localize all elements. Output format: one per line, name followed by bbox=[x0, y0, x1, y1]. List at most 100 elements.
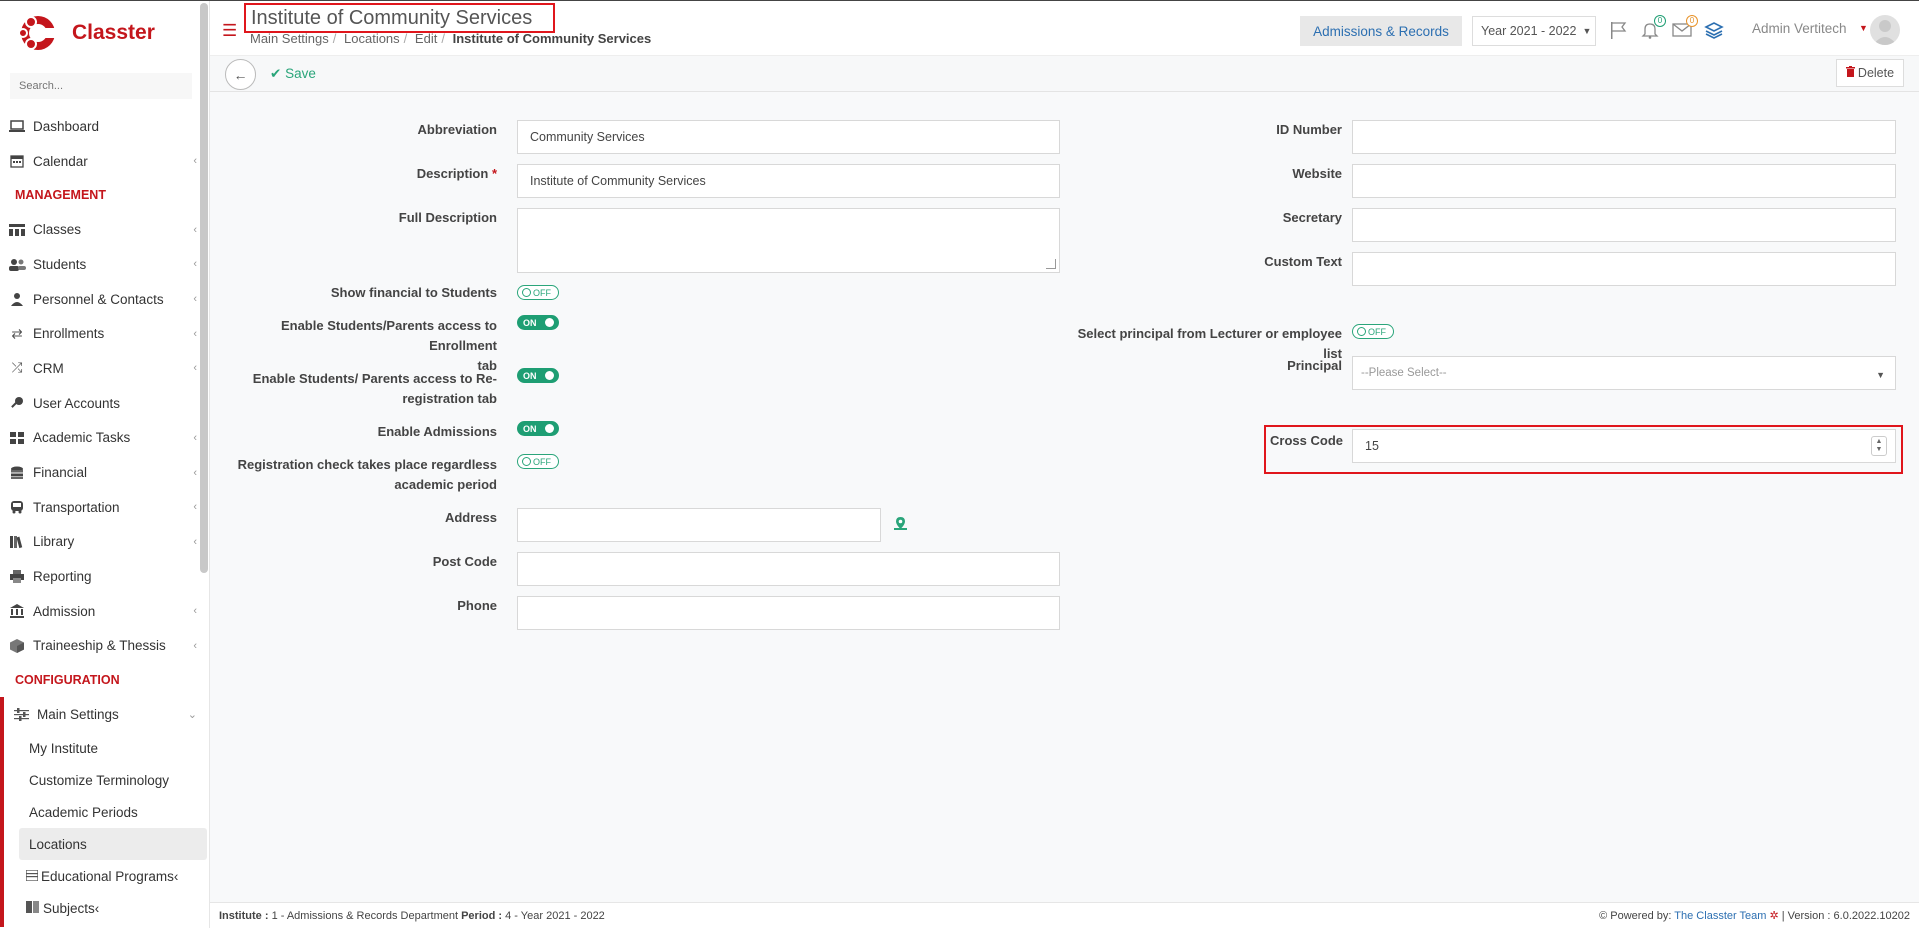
sidebar-item-academic-tasks[interactable]: Academic Tasks ‹ bbox=[0, 421, 205, 456]
description-value: Institute of Community Services bbox=[530, 174, 706, 188]
full-description-textarea[interactable] bbox=[517, 208, 1060, 273]
abbreviation-input[interactable]: Community Services bbox=[517, 120, 1060, 154]
toggle-state: OFF bbox=[533, 287, 551, 298]
user-name[interactable]: Admin Vertitech bbox=[1752, 21, 1847, 36]
required-asterisk: * bbox=[491, 166, 497, 181]
flag-icon[interactable] bbox=[1607, 19, 1629, 41]
footer-institute-value: 1 - Admissions & Records Department bbox=[271, 909, 459, 922]
sidebar-search-input[interactable] bbox=[10, 73, 192, 99]
grid-icon bbox=[8, 431, 26, 445]
sidebar-subitem-my-institute[interactable]: My Institute bbox=[0, 732, 205, 764]
sidebar-item-label: Financial bbox=[33, 465, 88, 481]
sidebar-item-admission[interactable]: Admission ‹ bbox=[0, 594, 205, 629]
phone-label: Phone bbox=[457, 598, 497, 613]
enable-admissions-toggle[interactable]: ON bbox=[517, 421, 559, 436]
sidebar-subitem-subjects[interactable]: Subjects ‹ bbox=[0, 892, 205, 924]
website-input[interactable] bbox=[1352, 164, 1896, 198]
sidebar-item-classes[interactable]: Classes ‹ bbox=[0, 212, 205, 247]
sidebar-subitem-educational-programs[interactable]: Educational Programs ‹ bbox=[0, 860, 205, 892]
sidebar-item-enrollments[interactable]: ⇄ Enrollments ‹ bbox=[0, 316, 205, 351]
sidebar-item-label: Library bbox=[33, 534, 75, 550]
sidebar-item-traineeship[interactable]: Traineeship & Thessis ‹ bbox=[0, 629, 205, 664]
registration-check-label-line2: academic period bbox=[394, 477, 497, 492]
toggle-state: ON bbox=[523, 370, 537, 381]
id-number-input[interactable] bbox=[1352, 120, 1896, 154]
sidebar-item-dashboard[interactable]: Dashboard bbox=[0, 109, 205, 144]
avatar[interactable] bbox=[1870, 15, 1900, 45]
footer-team-link[interactable]: The Classter Team bbox=[1674, 910, 1766, 922]
classter-small-logo-icon: ✲ bbox=[1769, 910, 1779, 922]
toggle-state: ON bbox=[523, 317, 537, 328]
spinner-up-icon[interactable]: ▲ bbox=[1876, 438, 1883, 446]
number-spinner[interactable]: ▲ ▼ bbox=[1871, 436, 1887, 456]
reregistration-label-line2: registration tab bbox=[402, 391, 497, 406]
sidebar-item-label: Admission bbox=[33, 603, 96, 619]
crm-icon: ⤮ bbox=[11, 360, 23, 376]
sidebar-item-crm[interactable]: ⤮ CRM ‹ bbox=[0, 351, 205, 386]
show-financial-toggle[interactable]: OFF bbox=[517, 285, 559, 300]
post-code-input[interactable] bbox=[517, 552, 1060, 586]
sidebar-item-students[interactable]: Students ‹ bbox=[0, 247, 205, 282]
sidebar-item-user-accounts[interactable]: User Accounts bbox=[0, 386, 205, 421]
notifications-badge: 0 bbox=[1654, 15, 1666, 27]
sidebar-item-reporting[interactable]: Reporting bbox=[0, 559, 205, 594]
sidebar-subitem-customize-terminology[interactable]: Customize Terminology bbox=[0, 764, 205, 796]
department-button[interactable]: Admissions & Records bbox=[1300, 16, 1462, 46]
spinner-down-icon[interactable]: ▼ bbox=[1876, 446, 1883, 454]
app-logo[interactable]: Classter bbox=[18, 11, 155, 55]
reregistration-toggle[interactable]: ON bbox=[517, 368, 559, 383]
book-icon bbox=[26, 900, 40, 916]
address-input[interactable] bbox=[517, 508, 881, 542]
cross-code-input[interactable]: 15 ▲ ▼ bbox=[1352, 429, 1896, 463]
breadcrumb-current: Institute of Community Services bbox=[452, 31, 652, 46]
breadcrumb-locations[interactable]: Locations bbox=[344, 31, 400, 46]
calendar-icon bbox=[8, 154, 26, 168]
sidebar-item-calendar[interactable]: Calendar ‹ bbox=[0, 144, 205, 179]
save-button[interactable]: ✔ Save bbox=[270, 66, 316, 82]
toggle-knob bbox=[545, 318, 554, 327]
chevron-left-icon: ‹ bbox=[193, 501, 197, 514]
sidebar-item-personnel[interactable]: Personnel & Contacts ‹ bbox=[0, 282, 205, 317]
breadcrumb-edit[interactable]: Edit bbox=[415, 31, 437, 46]
address-label: Address bbox=[444, 510, 497, 525]
back-button[interactable]: ← bbox=[225, 59, 256, 90]
footer-version: | Version : 6.0.2022.10202 bbox=[1781, 910, 1910, 922]
full-description-label: Full Description bbox=[398, 210, 497, 225]
copyright-icon: © bbox=[1599, 910, 1608, 922]
post-code-label: Post Code bbox=[432, 554, 497, 569]
sidebar-subitem-locations[interactable]: Locations bbox=[19, 828, 207, 860]
principal-select[interactable]: --Please Select-- ▼ bbox=[1352, 356, 1896, 390]
sidebar-subitem-academic-periods[interactable]: Academic Periods bbox=[0, 796, 205, 828]
layers-icon[interactable] bbox=[1703, 19, 1725, 41]
caret-down-icon[interactable]: ▼ bbox=[1859, 23, 1868, 33]
map-marker-icon[interactable] bbox=[893, 516, 908, 534]
sidebar-item-transportation[interactable]: Transportation ‹ bbox=[0, 490, 205, 525]
page-title: Institute of Community Services bbox=[251, 7, 533, 29]
bell-icon[interactable]: 0 bbox=[1639, 15, 1666, 41]
sidebar-item-label: Transportation bbox=[33, 499, 120, 515]
main-form: Abbreviation Community Services Descript… bbox=[210, 92, 1919, 902]
delete-button[interactable]: Delete bbox=[1836, 59, 1904, 87]
bus-icon bbox=[8, 500, 26, 514]
sidebar-item-main-settings[interactable]: Main Settings ⌄ bbox=[0, 697, 205, 732]
transfer-icon: ⇄ bbox=[11, 325, 23, 341]
sidebar-item-label: CRM bbox=[33, 360, 64, 376]
sidebar-scrollbar[interactable] bbox=[200, 3, 208, 573]
envelope-icon[interactable]: 0 bbox=[1671, 15, 1698, 41]
sidebar-item-library[interactable]: Library ‹ bbox=[0, 525, 205, 560]
custom-text-input[interactable] bbox=[1352, 252, 1896, 286]
caret-down-icon: ▼ bbox=[1582, 26, 1592, 36]
secretary-input[interactable] bbox=[1352, 208, 1896, 242]
resize-handle-icon[interactable] bbox=[1046, 259, 1056, 269]
description-input[interactable]: Institute of Community Services bbox=[517, 164, 1060, 198]
select-principal-toggle[interactable]: OFF bbox=[1352, 324, 1394, 339]
sidebar-item-financial[interactable]: Financial ‹ bbox=[0, 455, 205, 490]
enrollment-access-toggle[interactable]: ON bbox=[517, 315, 559, 330]
registration-check-toggle[interactable]: OFF bbox=[517, 454, 559, 469]
principal-label: Principal bbox=[1287, 358, 1342, 373]
breadcrumb-main-settings[interactable]: Main Settings bbox=[250, 31, 329, 46]
menu-toggle-icon[interactable]: ☰ bbox=[222, 21, 237, 41]
toggle-state: OFF bbox=[533, 456, 551, 467]
year-selector[interactable]: Year 2021 - 2022 ▼ bbox=[1472, 16, 1596, 46]
phone-input[interactable] bbox=[517, 596, 1060, 630]
